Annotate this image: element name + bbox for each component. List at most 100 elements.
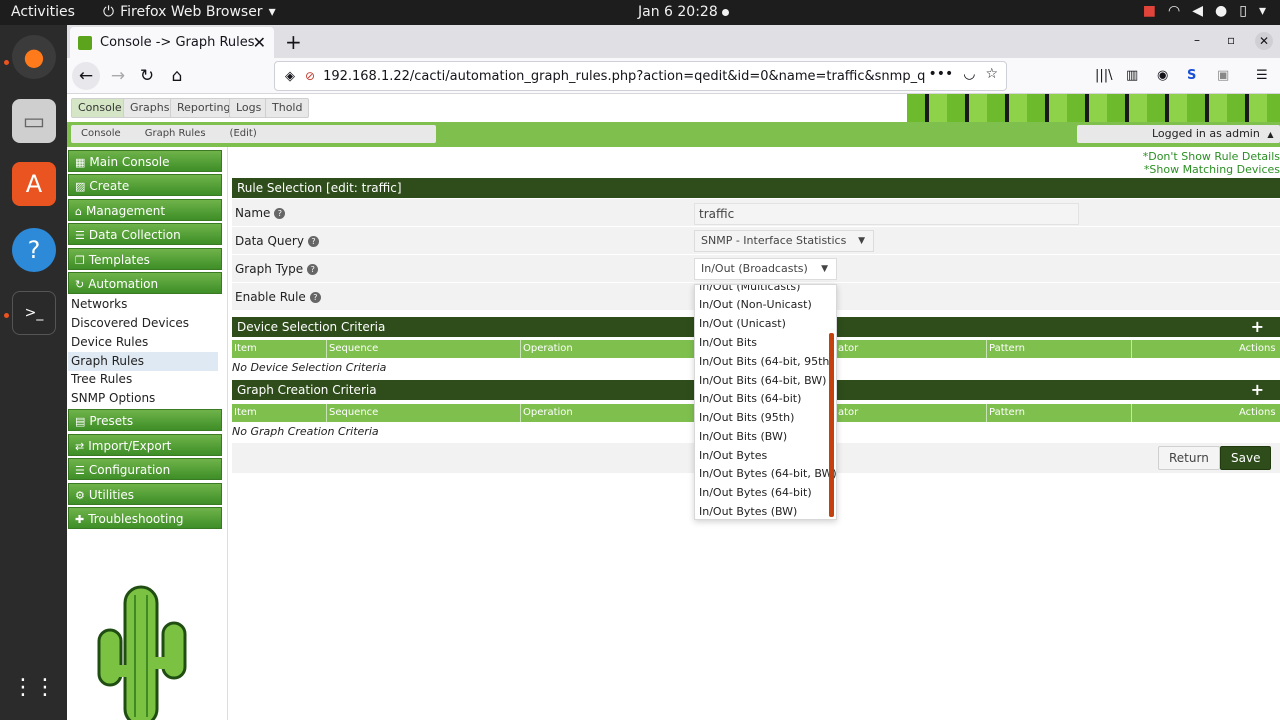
column-operation[interactable]: Operation: [523, 343, 573, 354]
help-icon[interactable]: ?: [274, 208, 286, 219]
column-pattern[interactable]: Pattern: [989, 343, 1025, 354]
menu-create[interactable]: ▨ Create: [68, 174, 222, 196]
bookmark-star-icon[interactable]: ☆: [985, 66, 998, 82]
column-actions[interactable]: Actions: [1239, 407, 1276, 418]
files-icon[interactable]: ▭: [12, 99, 56, 143]
dropdown-option[interactable]: In/Out (Unicast): [699, 317, 786, 330]
menu-automation[interactable]: ↻ Automation: [68, 272, 222, 294]
system-tray[interactable]: ■ ◠ ◀ ● ▯ ▾: [1143, 3, 1266, 19]
dropdown-option[interactable]: In/Out Bytes (64-bit): [699, 486, 812, 499]
more-actions-icon[interactable]: •••: [928, 66, 953, 82]
menu-import-export[interactable]: ⇄ Import/Export: [68, 434, 222, 456]
dont-show-rule-details-link[interactable]: *Don't Show Rule Details: [1143, 150, 1280, 163]
column-operator[interactable]: ator: [838, 343, 858, 354]
minimize-icon[interactable]: –: [1194, 33, 1200, 47]
url-bar[interactable]: ◈ ⊘ 192.168.1.22/cacti/automation_graph_…: [274, 61, 1007, 91]
extension-s-icon[interactable]: S: [1187, 68, 1196, 83]
tracking-shield-icon[interactable]: ◈: [285, 69, 295, 84]
insecure-lock-icon[interactable]: ⊘: [305, 69, 315, 83]
save-button[interactable]: Save: [1220, 446, 1272, 470]
tab-thold[interactable]: Thold: [265, 98, 310, 118]
extension-icon[interactable]: ▣: [1217, 68, 1229, 83]
url-text[interactable]: 192.168.1.22/cacti/automation_graph_rule…: [323, 69, 925, 84]
tab-graphs[interactable]: Graphs: [123, 98, 177, 118]
menu-templates[interactable]: ❐ Templates: [68, 248, 222, 270]
help-icon[interactable]: ?: [307, 264, 319, 275]
app-menu[interactable]: ⏻ Firefox Web Browser ▾: [103, 4, 276, 20]
maximize-icon[interactable]: ▫: [1227, 33, 1235, 47]
show-apps-icon[interactable]: ⋮⋮: [12, 665, 56, 709]
data-query-select[interactable]: SNMP - Interface Statistics ▼: [694, 230, 874, 252]
clock[interactable]: Jan 6 20:28: [638, 4, 718, 20]
nav-item-device-rules[interactable]: Device Rules: [71, 333, 221, 352]
nav-item-discovered-devices[interactable]: Discovered Devices: [71, 314, 221, 333]
dropdown-option[interactable]: In/Out Bytes (64-bit, BW): [699, 467, 836, 480]
tab-logs[interactable]: Logs: [229, 98, 269, 118]
dropdown-option[interactable]: In/Out (Multicasts): [699, 285, 800, 293]
column-actions[interactable]: Actions: [1239, 343, 1276, 354]
dropdown-option[interactable]: In/Out Bits: [699, 336, 757, 349]
dropdown-option[interactable]: In/Out Bits (64-bit): [699, 392, 801, 405]
menu-main-console[interactable]: ▦ Main Console: [68, 150, 222, 172]
help-icon[interactable]: ?: [12, 228, 56, 272]
graph-type-select[interactable]: In/Out (Broadcasts) ▼: [694, 258, 837, 280]
help-icon[interactable]: ?: [307, 236, 319, 247]
reload-icon[interactable]: ↻: [133, 62, 161, 90]
dropdown-option[interactable]: In/Out Bits (95th): [699, 411, 794, 424]
column-item[interactable]: Item: [234, 343, 257, 354]
browser-tab[interactable]: Console -> Graph Rules ✕: [70, 27, 274, 58]
dropdown-option[interactable]: In/Out Bytes (BW): [699, 505, 797, 518]
sidebar-icon[interactable]: ▥: [1126, 68, 1138, 83]
dropdown-option[interactable]: In/Out Bits (64-bit, 95th): [699, 355, 834, 368]
nav-item-tree-rules[interactable]: Tree Rules: [71, 370, 221, 389]
breadcrumb: Console Graph Rules (Edit): [71, 125, 436, 143]
dropdown-option[interactable]: In/Out (Non-Unicast): [699, 298, 812, 311]
menu-management[interactable]: ⌂ Management: [68, 199, 222, 221]
menu-data-collection[interactable]: ☰ Data Collection: [68, 223, 222, 245]
add-graph-criteria-icon[interactable]: +: [1251, 380, 1264, 400]
name-input[interactable]: traffic: [694, 203, 1079, 225]
column-operator[interactable]: ator: [838, 407, 858, 418]
menu-presets[interactable]: ▤ Presets: [68, 409, 222, 431]
menu-configuration[interactable]: ☰ Configuration: [68, 458, 222, 480]
activities-button[interactable]: Activities: [11, 4, 75, 20]
tab-console[interactable]: Console: [71, 98, 129, 118]
show-matching-devices-link[interactable]: *Show Matching Devices: [1144, 163, 1280, 176]
new-tab-icon[interactable]: +: [285, 30, 302, 54]
account-icon[interactable]: ◉: [1157, 68, 1168, 83]
library-icon[interactable]: |||\: [1095, 68, 1113, 83]
dropdown-option[interactable]: In/Out Bytes: [699, 449, 767, 462]
tab-reporting[interactable]: Reporting: [170, 98, 238, 118]
menu-utilities[interactable]: ⚙ Utilities: [68, 483, 222, 505]
close-tab-icon[interactable]: ✕: [253, 33, 266, 52]
firefox-icon[interactable]: ●: [12, 35, 56, 79]
software-center-icon[interactable]: A: [12, 162, 56, 206]
return-button[interactable]: Return: [1158, 446, 1220, 470]
menu-troubleshooting[interactable]: ✚ Troubleshooting: [68, 507, 222, 529]
forward-icon[interactable]: →: [104, 62, 132, 90]
column-pattern[interactable]: Pattern: [989, 407, 1025, 418]
nav-item-networks[interactable]: Networks: [71, 295, 221, 314]
close-window-icon[interactable]: ✕: [1255, 32, 1273, 50]
dropdown-option[interactable]: In/Out Bits (64-bit, BW): [699, 374, 826, 387]
user-menu[interactable]: Logged in as admin ▲: [1077, 125, 1280, 143]
breadcrumb-graph-rules[interactable]: Graph Rules: [135, 125, 220, 143]
breadcrumb-console[interactable]: Console: [71, 125, 135, 143]
help-icon[interactable]: ?: [309, 292, 321, 303]
column-sequence[interactable]: Sequence: [329, 343, 378, 354]
nav-item-snmp-options[interactable]: SNMP Options: [71, 389, 221, 408]
tab-title: Console -> Graph Rules: [100, 35, 255, 50]
column-operation[interactable]: Operation: [523, 407, 573, 418]
menu-icon[interactable]: ☰: [1256, 68, 1268, 83]
dropdown-scrollbar[interactable]: [829, 333, 834, 517]
add-device-criteria-icon[interactable]: +: [1251, 317, 1264, 337]
nav-item-graph-rules[interactable]: Graph Rules: [68, 352, 218, 371]
column-item[interactable]: Item: [234, 407, 257, 418]
back-icon[interactable]: ←: [72, 62, 100, 90]
graph-type-dropdown-list[interactable]: In/Out (Multicasts) In/Out (Non-Unicast)…: [694, 284, 837, 520]
column-sequence[interactable]: Sequence: [329, 407, 378, 418]
terminal-icon[interactable]: >_: [12, 291, 56, 335]
pocket-icon[interactable]: ◡: [963, 66, 975, 82]
dropdown-option[interactable]: In/Out Bits (BW): [699, 430, 787, 443]
home-icon[interactable]: ⌂: [163, 62, 191, 90]
